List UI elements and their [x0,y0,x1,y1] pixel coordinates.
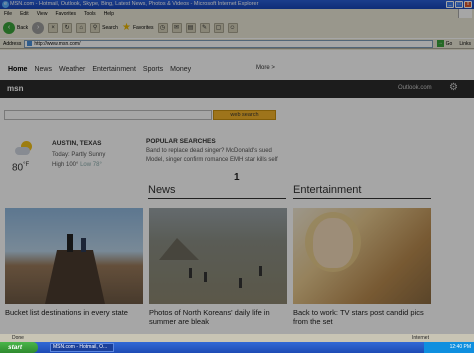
nav-tab-home[interactable]: Home [8,66,27,73]
history-icon[interactable]: ◷ [157,23,168,33]
search-icon: ⚲ [90,23,101,33]
nav-tab-entertainment[interactable]: Entertainment [92,66,136,73]
nav-tabs: Home News Weather Entertainment Sports M… [8,66,191,73]
favorites-label: Favorites [132,25,154,31]
close-button[interactable]: x [464,1,472,8]
security-zone: Internet [412,335,429,341]
weather-high-low: High 100° Low 78° [52,162,102,168]
page-icon [27,41,33,46]
outlook-link[interactable]: Outlook.com [398,85,432,91]
status-bar: Done Internet [0,334,474,342]
search-button[interactable]: ⚲ Search [90,23,118,33]
card-caption: Photos of North Koreans' daily life in s… [149,308,270,326]
toolbar: ‹ Back › × ↻ ⌂ ⚲ Search ★ Favorites ◷ ✉ … [0,18,474,38]
card-image [5,208,143,304]
forward-button[interactable]: › [32,22,45,34]
go-label: Go [445,40,453,47]
taskbar: start MSN.com - Hotmail, O... 12:40 PM [0,342,474,353]
news-section-heading[interactable]: News [148,184,286,199]
refresh-icon[interactable]: ↻ [62,23,73,33]
nav-tab-news[interactable]: News [34,66,52,73]
card-caption: Bucket list destinations in every state [5,308,128,317]
print-icon[interactable]: ▤ [185,23,196,33]
window-title: MSN.com - Hotmail, Outlook, Skype, Bing,… [10,1,259,7]
menu-edit[interactable]: Edit [20,11,29,17]
card-caption: Back to work: TV stars post candid pics … [293,308,424,326]
entertainment-card[interactable]: Back to work: TV stars post candid pics … [293,208,431,334]
ie-icon: e [2,1,9,8]
favorites-star-icon: ★ [121,22,131,33]
web-search-button[interactable]: web search [213,110,276,120]
weather-widget[interactable]: 80°F AUSTIN, TEXAS Today: Partly Sunny H… [10,138,140,178]
search-label: Search [102,25,118,31]
popular-searches-title: POPULAR SEARCHES [146,138,216,145]
msn-header-bar: msn Outlook.com ⚙ [0,80,474,98]
entertainment-section-heading[interactable]: Entertainment [293,184,431,199]
system-tray-clock: 12:40 PM [424,342,474,353]
address-url: http://www.msn.com/ [34,40,81,47]
popular-search-row[interactable]: Model, singer confirm romance EMH star k… [146,157,326,163]
links-button[interactable]: Links [456,41,474,47]
start-button[interactable]: start [0,342,38,353]
nav-more-link[interactable]: More > [256,65,275,71]
menu-file[interactable]: File [4,11,12,17]
status-text: Done [12,335,24,341]
address-input[interactable]: http://www.msn.com/ [24,39,433,48]
edit-icon[interactable]: ✎ [199,23,210,33]
weather-description: Today: Partly Sunny [52,152,106,158]
go-button[interactable]: → Go [433,40,457,47]
back-button[interactable]: ‹ Back [3,22,28,34]
card-image [149,208,287,304]
web-search-input[interactable] [4,110,212,120]
current-temperature: 80°F [12,162,30,174]
web-page: Home News Weather Entertainment Sports M… [0,50,474,334]
discuss-icon[interactable]: ▢ [213,23,224,33]
news-card[interactable]: Bucket list destinations in every state [5,208,143,334]
gear-icon[interactable]: ⚙ [449,82,458,93]
msn-nav: Home News Weather Entertainment Sports M… [0,50,474,80]
menu-tools[interactable]: Tools [84,11,96,17]
menu-view[interactable]: View [37,11,48,17]
mail-icon[interactable]: ✉ [171,23,182,33]
news-card[interactable]: Photos of North Koreans' daily life in s… [149,208,287,334]
title-bar: e MSN.com - Hotmail, Outlook, Skype, Bin… [0,0,474,9]
window-controls: _ □ x [446,1,472,8]
partly-sunny-icon [15,141,33,157]
home-icon[interactable]: ⌂ [76,23,87,33]
nav-tab-weather[interactable]: Weather [59,66,85,73]
messenger-icon[interactable]: ☺ [227,23,238,33]
weather-city: AUSTIN, TEXAS [52,140,102,147]
card-image [293,208,431,304]
maximize-button[interactable]: □ [455,1,463,8]
nav-tab-sports[interactable]: Sports [143,66,163,73]
stop-icon[interactable]: × [48,23,59,33]
windows-flag-icon [458,9,472,18]
search-row: web search [0,108,474,121]
address-bar: Address http://www.msn.com/ → Go Links [0,38,474,49]
menu-bar: File Edit View Favorites Tools Help [0,9,474,18]
taskbar-ie-window[interactable]: MSN.com - Hotmail, O... [50,343,114,352]
mouse-cursor: 1 [234,172,240,183]
nav-tab-money[interactable]: Money [170,66,191,73]
minimize-button[interactable]: _ [446,1,454,8]
desktop-screen: e MSN.com - Hotmail, Outlook, Skype, Bin… [0,0,474,353]
popular-search-row[interactable]: Band to replace dead singer? McDonald's … [146,148,326,154]
back-label: Back [17,25,29,31]
go-arrow-icon: → [436,40,444,47]
back-arrow-icon: ‹ [3,22,15,34]
menu-favorites[interactable]: Favorites [55,11,76,17]
msn-logo[interactable]: msn [7,84,23,93]
favorites-button[interactable]: ★ Favorites [122,23,154,33]
address-label: Address [3,40,22,47]
menu-help[interactable]: Help [104,11,114,17]
